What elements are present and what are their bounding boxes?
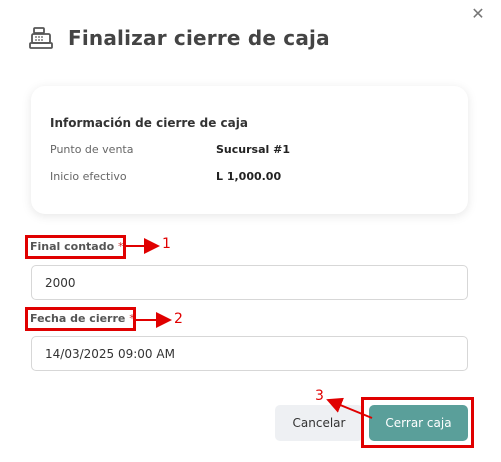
finalize-cash-close-dialog: ✕ Finalizar cierre de caja Información d… — [0, 0, 501, 462]
info-row-point-of-sale: Punto de venta Sucursal #1 — [50, 143, 290, 156]
cancel-button[interactable]: Cancelar — [275, 405, 363, 441]
cash-register-icon — [29, 27, 53, 49]
info-row-value: Sucursal #1 — [216, 143, 290, 156]
annotation-box-2 — [25, 307, 136, 331]
info-row-label: Inicio efectivo — [50, 170, 127, 183]
info-row-initial-cash: Inicio efectivo L 1,000.00 — [50, 170, 281, 183]
close-icon[interactable]: ✕ — [468, 4, 488, 24]
info-card-heading: Información de cierre de caja — [50, 116, 248, 130]
annotation-box-1 — [25, 235, 126, 259]
annotation-box-3 — [361, 397, 474, 448]
final-count-input[interactable] — [31, 265, 468, 300]
dialog-title: Finalizar cierre de caja — [68, 26, 330, 50]
dialog-header: Finalizar cierre de caja — [28, 25, 330, 51]
annotation-number-3: 3 — [315, 388, 324, 404]
close-date-input[interactable] — [31, 336, 468, 371]
info-row-label: Punto de venta — [50, 143, 134, 156]
annotation-arrows — [126, 238, 373, 419]
cash-close-info-card: Información de cierre de caja Punto de v… — [31, 86, 468, 214]
annotation-number-1: 1 — [162, 236, 171, 252]
annotation-number-2: 2 — [174, 311, 183, 327]
info-row-value: L 1,000.00 — [216, 170, 282, 183]
